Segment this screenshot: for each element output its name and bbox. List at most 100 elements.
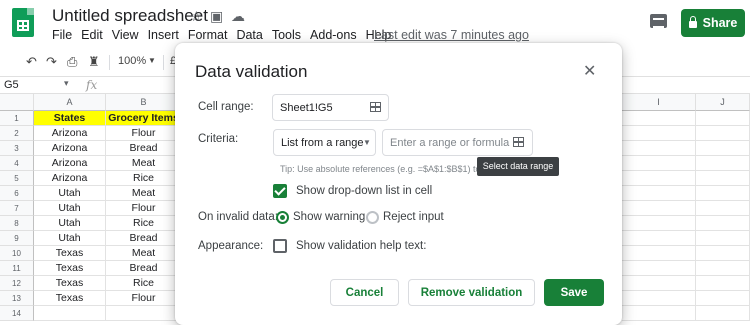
cell[interactable] (622, 261, 696, 276)
cell[interactable] (622, 111, 696, 126)
sheets-logo[interactable] (12, 8, 34, 37)
cell[interactable]: Flour (106, 291, 182, 306)
row-header[interactable]: 6 (0, 186, 34, 201)
cell[interactable]: Meat (106, 156, 182, 171)
cell[interactable]: Arizona (34, 141, 106, 156)
cell[interactable] (622, 231, 696, 246)
cancel-button[interactable]: Cancel (330, 279, 399, 306)
cell[interactable] (696, 276, 750, 291)
menu-view[interactable]: View (112, 28, 139, 42)
help-text-checkbox[interactable] (273, 239, 287, 253)
cell[interactable] (622, 306, 696, 321)
zoom-caret-icon[interactable]: ▼ (148, 56, 156, 65)
cell[interactable] (622, 276, 696, 291)
cell[interactable] (622, 246, 696, 261)
reject-input-radio[interactable] (366, 211, 379, 224)
cell[interactable] (696, 171, 750, 186)
column-header[interactable]: I (622, 94, 696, 111)
cell[interactable] (622, 171, 696, 186)
cell[interactable]: Meat (106, 186, 182, 201)
remove-validation-button[interactable]: Remove validation (408, 279, 535, 306)
last-edit-link[interactable]: Last edit was 7 minutes ago (374, 28, 529, 42)
show-dropdown-checkbox[interactable] (273, 184, 287, 198)
row-header[interactable]: 11 (0, 261, 34, 276)
cell[interactable]: Bread (106, 261, 182, 276)
help-text-label[interactable]: Show validation help text: (296, 240, 426, 252)
cell[interactable] (696, 141, 750, 156)
reject-input-label[interactable]: Reject input (383, 211, 444, 223)
cell[interactable]: Arizona (34, 171, 106, 186)
column-header[interactable]: A (34, 94, 106, 111)
row-header[interactable]: 7 (0, 201, 34, 216)
cell[interactable] (696, 186, 750, 201)
row-header[interactable]: 14 (0, 306, 34, 321)
row-header[interactable]: 12 (0, 276, 34, 291)
menu-data[interactable]: Data (236, 28, 262, 42)
select-range-icon[interactable] (369, 101, 381, 112)
save-button[interactable]: Save (544, 279, 604, 306)
row-header[interactable]: 9 (0, 231, 34, 246)
cell[interactable] (696, 231, 750, 246)
cell[interactable] (696, 261, 750, 276)
zoom-select[interactable]: 100% (118, 55, 146, 67)
row-header[interactable]: 2 (0, 126, 34, 141)
cell[interactable] (622, 216, 696, 231)
cell[interactable]: Flour (106, 201, 182, 216)
cloud-status-icon[interactable]: ☁ (231, 8, 245, 25)
row-header[interactable]: 5 (0, 171, 34, 186)
paint-format-icon[interactable]: ♜ (88, 54, 100, 70)
menu-file[interactable]: File (52, 28, 72, 42)
document-title[interactable]: Untitled spreadsheet (52, 6, 208, 26)
cell[interactable]: Texas (34, 246, 106, 261)
cell-range-input[interactable]: Sheet1!G5 (272, 94, 389, 121)
column-header[interactable]: J (696, 94, 750, 111)
menu-tools[interactable]: Tools (272, 28, 301, 42)
cell[interactable] (696, 306, 750, 321)
cell[interactable] (696, 201, 750, 216)
cell[interactable]: Flour (106, 126, 182, 141)
cell[interactable] (106, 306, 182, 321)
cell[interactable] (696, 156, 750, 171)
menu-insert[interactable]: Insert (148, 28, 179, 42)
criteria-dropdown[interactable]: List from a range ▼ (273, 129, 376, 156)
name-box[interactable]: G5 (4, 79, 19, 91)
comment-history-icon[interactable] (650, 14, 667, 28)
row-header[interactable]: 10 (0, 246, 34, 261)
cell[interactable]: Texas (34, 276, 106, 291)
close-icon[interactable]: ✕ (583, 61, 596, 81)
row-header[interactable]: 1 (0, 111, 34, 126)
show-warning-label[interactable]: Show warning (293, 211, 365, 223)
cell[interactable]: Texas (34, 261, 106, 276)
cell[interactable]: Arizona (34, 126, 106, 141)
cell[interactable] (622, 291, 696, 306)
name-box-caret-icon[interactable]: ▾ (64, 78, 69, 89)
cell[interactable]: Bread (106, 231, 182, 246)
undo-icon[interactable]: ↶ (26, 54, 37, 70)
cell[interactable] (622, 186, 696, 201)
cell[interactable] (696, 291, 750, 306)
cell[interactable] (696, 246, 750, 261)
cell[interactable] (622, 141, 696, 156)
star-icon[interactable]: ☆ (190, 8, 203, 25)
menu-format[interactable]: Format (188, 28, 228, 42)
cell[interactable] (696, 216, 750, 231)
cell[interactable]: Utah (34, 231, 106, 246)
cell[interactable]: Utah (34, 216, 106, 231)
cell[interactable]: Texas (34, 291, 106, 306)
show-warning-radio[interactable] (276, 211, 289, 224)
column-header[interactable]: B (106, 94, 182, 111)
cell[interactable]: Utah (34, 186, 106, 201)
menu-edit[interactable]: Edit (81, 28, 103, 42)
row-header[interactable]: 3 (0, 141, 34, 156)
cell[interactable] (696, 111, 750, 126)
cell[interactable] (622, 156, 696, 171)
cell[interactable]: Grocery Items (106, 111, 182, 126)
menu-addons[interactable]: Add-ons (310, 28, 357, 42)
share-button[interactable]: Share (681, 9, 745, 37)
row-header[interactable]: 8 (0, 216, 34, 231)
cell[interactable] (34, 306, 106, 321)
select-data-range-icon[interactable] (512, 136, 524, 147)
redo-icon[interactable]: ↷ (46, 54, 57, 70)
select-all-corner[interactable] (0, 94, 34, 111)
cell[interactable]: Rice (106, 216, 182, 231)
